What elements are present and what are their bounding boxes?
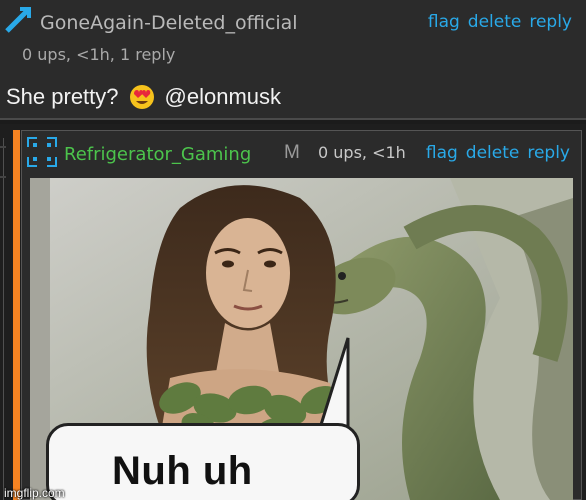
delete-link[interactable]: delete [466,143,520,163]
heart-eyes-emoji-icon [129,85,154,109]
top-comment-username[interactable]: GoneAgain-Deleted_official [40,12,298,34]
thread-line [3,138,4,500]
top-comment: GoneAgain-Deleted_official 0 ups, <1h, 1… [0,0,586,120]
user-mention[interactable]: @elonmusk [165,84,282,110]
thread-tick [0,176,6,178]
meme-caption: Nuh uh [112,449,253,493]
delete-link[interactable]: delete [468,12,522,32]
thread-tick [0,146,6,148]
flag-link[interactable]: flag [426,143,458,163]
reply-username[interactable]: Refrigerator_Gaming [64,144,251,165]
top-comment-meta: 0 ups, <1h, 1 reply [22,45,176,64]
reply-link[interactable]: reply [529,12,572,32]
user-avatar-icon[interactable] [4,4,34,34]
reply-actions: flag delete reply [426,143,570,163]
mod-badge: M [284,142,300,163]
top-comment-actions: flag delete reply [428,12,572,32]
reply-link[interactable]: reply [527,143,570,163]
flag-link[interactable]: flag [428,12,460,32]
watermark: imgflip.com [4,486,65,500]
top-comment-text: She pretty? @elonmusk [6,84,281,110]
comment-body: She pretty? [6,84,119,109]
reply-meta: 0 ups, <1h [318,143,406,162]
reply-accent-bar [13,130,20,500]
user-avatar-icon[interactable] [26,136,58,168]
